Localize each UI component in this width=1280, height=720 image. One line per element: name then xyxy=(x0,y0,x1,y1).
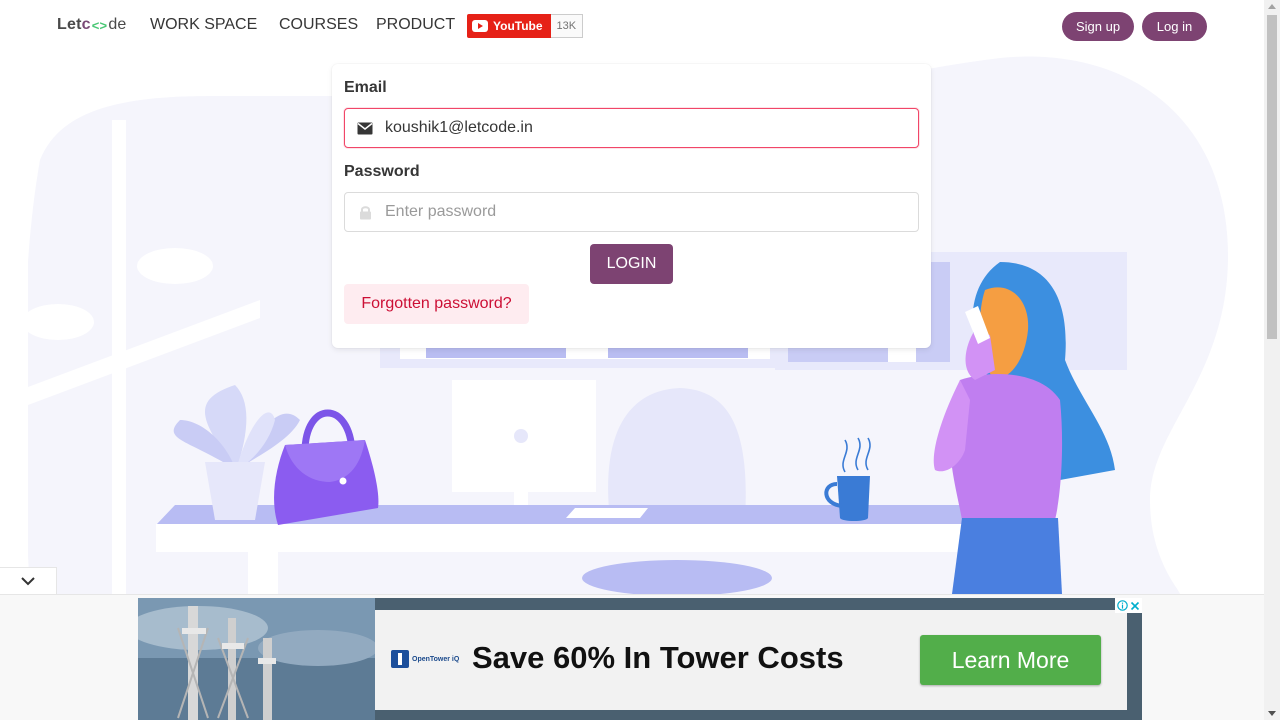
signup-button[interactable]: Sign up xyxy=(1062,12,1134,41)
password-field[interactable]: Enter password xyxy=(344,192,919,232)
ad-close-icon[interactable] xyxy=(1130,601,1140,611)
password-placeholder: Enter password xyxy=(385,203,497,220)
scrollbar-thumb[interactable] xyxy=(1267,15,1277,339)
logo-text-de: de xyxy=(108,16,127,33)
login-nav-button[interactable]: Log in xyxy=(1142,12,1207,41)
chevron-down-icon xyxy=(21,576,35,585)
youtube-label: YouTube xyxy=(493,19,543,33)
logo-text-c: c xyxy=(81,16,91,33)
login-form-card: Email koushik1@letcode.in Password Enter… xyxy=(332,64,931,348)
bag-clasp xyxy=(339,477,347,485)
cloud xyxy=(22,304,94,340)
ad-choices[interactable] xyxy=(1115,598,1142,613)
scroll-up-arrow-icon[interactable] xyxy=(1268,4,1276,9)
email-field-value: koushik1@letcode.in xyxy=(385,119,533,136)
paper xyxy=(566,508,648,518)
ad-info-icon[interactable] xyxy=(1117,600,1128,611)
youtube-subscribe-widget[interactable]: YouTube 13K xyxy=(467,14,584,38)
tower-image xyxy=(138,598,375,720)
youtube-subscriber-count: 13K xyxy=(550,14,584,38)
envelope-icon xyxy=(345,122,385,135)
vertical-scrollbar[interactable] xyxy=(1264,0,1280,720)
code-brackets-icon: <> xyxy=(91,17,108,33)
navbar: Let c <> de WORK SPACE COURSES PRODUCT Y… xyxy=(0,0,1264,54)
plant-pot xyxy=(205,462,265,520)
email-label: Email xyxy=(344,79,387,96)
nav-link-courses[interactable]: COURSES xyxy=(279,16,358,34)
ad-banner-bar: OpenTower iQ Save 60% In Tower Costs Lea… xyxy=(0,594,1264,720)
monitor-dot xyxy=(514,429,528,443)
window-frame-left xyxy=(20,120,28,594)
mug xyxy=(837,476,870,521)
ad-brand-name: OpenTower iQ xyxy=(412,655,460,663)
scroll-down-arrow-icon[interactable] xyxy=(1268,711,1276,716)
cloud xyxy=(137,248,213,284)
ad-brand-logo: OpenTower iQ xyxy=(391,650,459,668)
ad-learn-more-button[interactable]: Learn More xyxy=(920,635,1101,685)
ad-headline: Save 60% In Tower Costs xyxy=(472,640,844,675)
login-button[interactable]: LOGIN xyxy=(590,244,673,284)
nav-link-workspace[interactable]: WORK SPACE xyxy=(150,16,257,34)
collapse-ad-button[interactable] xyxy=(0,567,57,594)
youtube-button[interactable]: YouTube xyxy=(467,14,551,38)
logo-text-let: Let xyxy=(57,16,82,33)
youtube-play-icon xyxy=(472,20,488,32)
desk-leg xyxy=(248,552,278,594)
woman-pants xyxy=(952,518,1062,594)
lock-icon xyxy=(345,205,385,220)
desk-front xyxy=(156,524,986,552)
password-label: Password xyxy=(344,163,420,180)
site-logo[interactable]: Let c <> de xyxy=(57,16,127,34)
ad-banner[interactable]: OpenTower iQ Save 60% In Tower Costs Lea… xyxy=(138,598,1142,720)
email-field[interactable]: koushik1@letcode.in xyxy=(344,108,919,148)
opentower-logo-icon xyxy=(391,650,409,668)
nav-link-product[interactable]: PRODUCT xyxy=(376,16,455,34)
forgot-password-button[interactable]: Forgotten password? xyxy=(344,284,529,324)
ad-content: OpenTower iQ Save 60% In Tower Costs Lea… xyxy=(375,610,1127,710)
